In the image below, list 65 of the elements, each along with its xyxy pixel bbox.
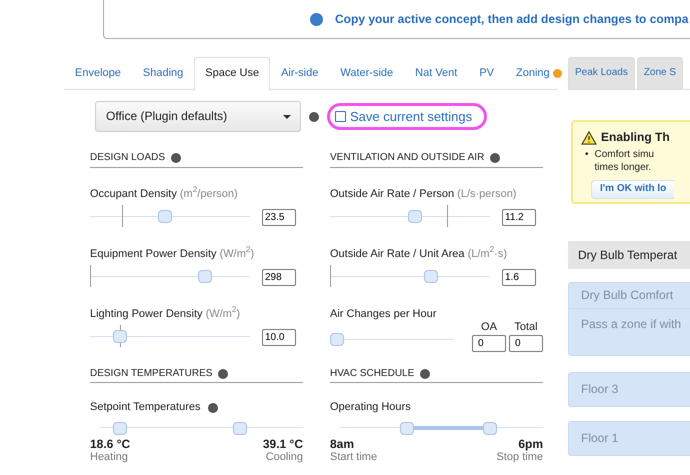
tab[interactable]: Peak Loads: [568, 57, 635, 89]
slider-thumb[interactable]: [400, 422, 414, 435]
tab[interactable]: Zone S: [636, 57, 684, 89]
slider-thumb[interactable]: [408, 210, 422, 224]
banner-link[interactable]: Copy your active concept, then add design changes to compa: [335, 12, 688, 26]
tab[interactable]: Shading: [132, 57, 194, 89]
field-label: Air Changes per Hour: [330, 308, 438, 322]
number-field[interactable]: 1.6: [502, 268, 536, 286]
field-label: OA: [481, 321, 497, 335]
tab[interactable]: Nat Vent: [404, 57, 468, 89]
slider-thumb[interactable]: [424, 270, 438, 284]
bullet-text: •: [585, 149, 589, 162]
notice-title: Enabling Th: [601, 130, 670, 145]
field-label: Setpoint Temperatures: [90, 401, 200, 415]
slider-track[interactable]: [330, 205, 490, 230]
field-label: Lighting Power Density (W/m$^{2}$): [90, 308, 242, 322]
accept-button[interactable]: I'm OK with lo: [591, 180, 674, 198]
metric-header: Dry Bulb Temperat: [568, 241, 690, 269]
tab[interactable]: PV: [468, 57, 506, 89]
notice-text: Comfort simu times longer.: [594, 149, 654, 174]
slider-thumb[interactable]: [113, 330, 128, 344]
tab[interactable]: Air-side: [270, 57, 330, 89]
section-title: VENTILATION AND OUTSIDE AIR: [330, 152, 484, 164]
number-field[interactable]: 23.5: [262, 208, 296, 226]
number-field[interactable]: 0: [509, 335, 543, 352]
field-label: Operating Hours: [330, 401, 411, 415]
slider-track[interactable]: [90, 265, 250, 290]
preset-dropdown[interactable]: Office (Plugin defaults): [95, 101, 301, 132]
value-text: 6pm: [517, 436, 543, 451]
tab[interactable]: Water-side: [329, 57, 404, 89]
slider-track[interactable]: [90, 325, 250, 350]
criteria-text: Pass a zone if with: [580, 316, 682, 333]
field-label: Equipment Power Density (W/m$^{2}$): [90, 248, 256, 262]
value-text: 8am: [330, 436, 356, 451]
save-settings-link[interactable]: Save current settings: [327, 102, 488, 130]
slider-thumb[interactable]: [483, 422, 498, 435]
caption-text: Heating: [90, 450, 128, 463]
field-label: Outside Air Rate / Unit Area (L/m$^{2}$·s): [330, 248, 508, 262]
slider-track[interactable]: [330, 265, 490, 290]
warning-icon: [581, 130, 597, 144]
value-text: 39.1 °C: [262, 436, 303, 451]
section-title: DESIGN TEMPERATURES: [90, 368, 212, 380]
field-label: Occupant Density (m$^{2}$/person): [90, 188, 239, 202]
caption-text: Stop time: [496, 450, 543, 463]
slider-thumb[interactable]: [198, 270, 212, 284]
slider-track[interactable]: [90, 205, 250, 230]
number-field[interactable]: 298: [262, 268, 296, 286]
caret-icon: [283, 114, 291, 118]
caption-text: Cooling: [266, 450, 303, 463]
value-text: 18.6 °C: [90, 436, 130, 451]
number-field[interactable]: 0: [472, 335, 506, 352]
slider-thumb[interactable]: [113, 422, 128, 435]
slider-thumb[interactable]: [330, 333, 344, 346]
criteria-title: Dry Bulb Comfort: [569, 283, 690, 309]
field-label: Outside Air Rate / Person (L/s·person): [330, 188, 518, 202]
number-field[interactable]: 10.0: [262, 328, 296, 346]
section-title: DESIGN LOADS: [90, 152, 166, 164]
slider-thumb[interactable]: [158, 210, 172, 224]
section-title: HVAC SCHEDULE: [330, 368, 414, 380]
caption-text: Start time: [330, 450, 378, 463]
field-label: Total: [514, 321, 538, 335]
tab[interactable]: Space Use: [194, 57, 270, 90]
slider-thumb[interactable]: [233, 422, 248, 435]
number-field[interactable]: 11.2: [502, 208, 536, 226]
tab[interactable]: Envelope: [64, 57, 132, 89]
